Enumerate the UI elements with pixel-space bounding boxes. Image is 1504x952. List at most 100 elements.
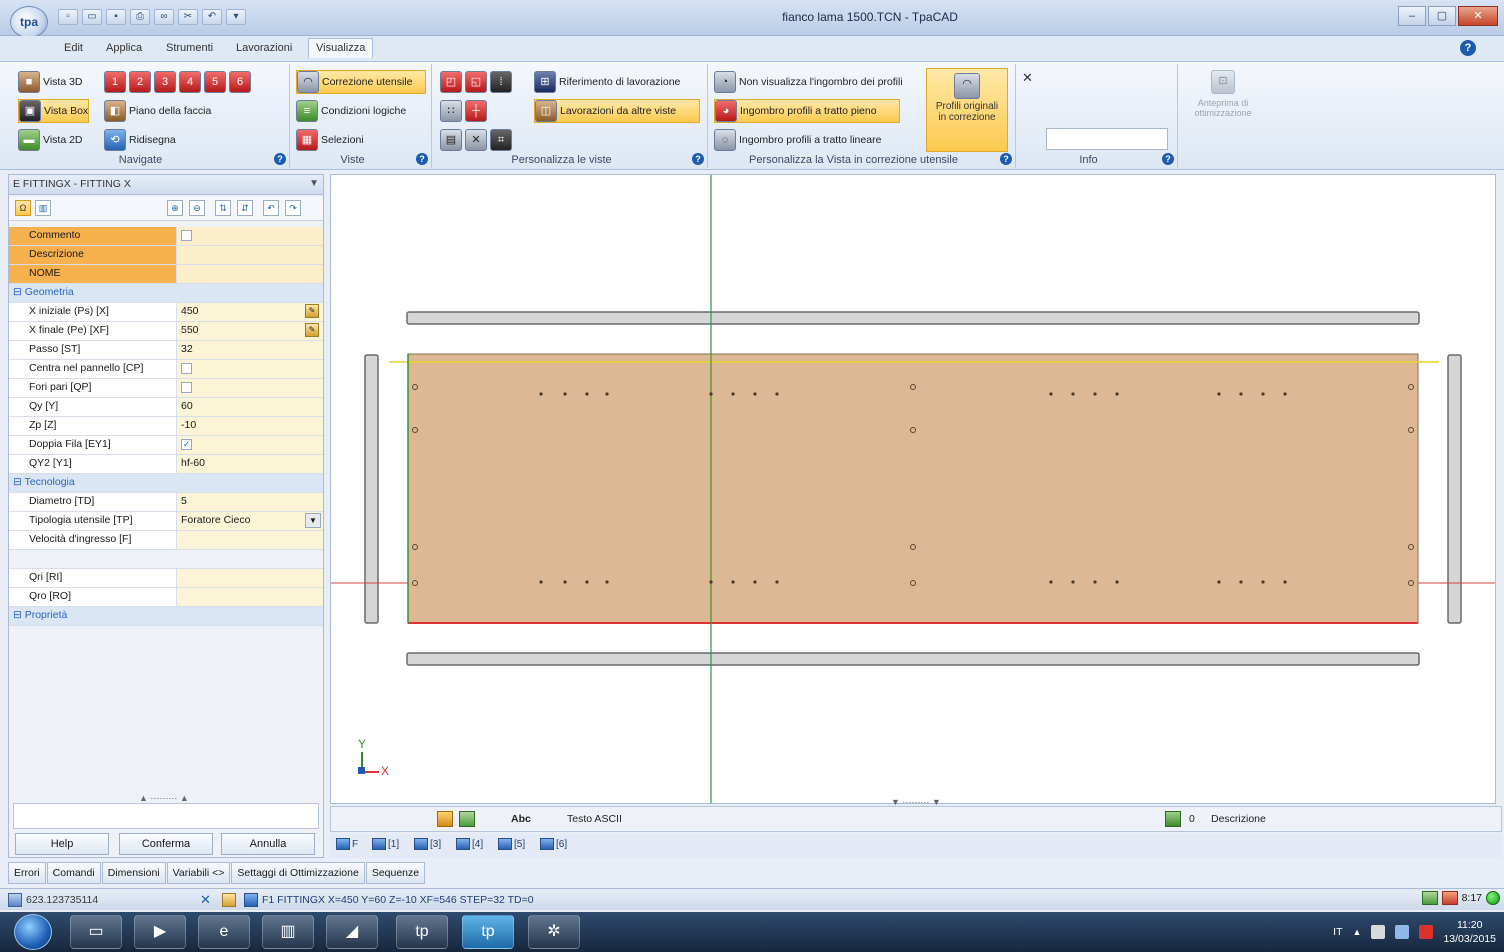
checkbox[interactable] (181, 362, 192, 374)
cross-tool-icon[interactable]: ✕ (465, 129, 487, 151)
property-value[interactable]: -10 (177, 417, 323, 435)
description-field[interactable]: Descrizione (1211, 813, 1266, 825)
property-row[interactable]: Descrizione (9, 246, 323, 265)
language-indicator[interactable]: IT (1333, 926, 1342, 938)
property-row[interactable]: Doppia Fila [EY1] ✓ (9, 436, 323, 455)
lavorazioni-altre-viste-button[interactable]: ◫ Lavorazioni da altre viste (534, 99, 700, 123)
omega-icon[interactable]: Ω (15, 200, 31, 216)
property-value[interactable]: 450 ✎ (177, 303, 323, 321)
property-row[interactable]: Passo [ST] 32 (9, 341, 323, 360)
undo-icon[interactable]: ↶ (263, 200, 279, 216)
network-app-icon[interactable]: ▥ (262, 915, 314, 949)
help-icon[interactable]: ? (274, 153, 286, 165)
property-row[interactable]: NOME (9, 265, 323, 284)
abc-icon[interactable]: Abc (511, 813, 531, 825)
property-row[interactable]: Centra nel pannello [CP] (9, 360, 323, 379)
minimize-button[interactable]: – (1398, 6, 1426, 26)
face-3-icon[interactable]: 3 (154, 71, 176, 93)
new-file-icon[interactable]: ▫ (58, 9, 78, 25)
open-folder-icon[interactable]: ▭ (82, 9, 102, 25)
property-row[interactable]: Velocità d'ingresso [F] (9, 531, 323, 550)
checkbox[interactable] (181, 229, 192, 241)
confirm-button[interactable]: Conferma (119, 833, 213, 855)
add-property-icon[interactable]: ⊕ (167, 200, 183, 216)
face-tab-4[interactable]: [4] (456, 838, 483, 850)
ingombro-lineare-button[interactable]: ◌ Ingombro profili a tratto lineare (714, 128, 881, 152)
flag-icon[interactable] (1371, 925, 1386, 939)
face-4-icon[interactable]: 4 (179, 71, 201, 93)
explorer-icon[interactable]: ▭ (70, 915, 122, 949)
face-tab-1[interactable]: [1] (372, 838, 399, 850)
property-value[interactable] (177, 360, 323, 378)
help-icon[interactable]: ? (1162, 153, 1174, 165)
tab-applica[interactable]: Applica (100, 41, 148, 55)
measure-icon[interactable]: ✕ (200, 892, 211, 908)
checkbox[interactable]: ✓ (181, 438, 192, 450)
property-row[interactable]: Qri [RI] (9, 569, 323, 588)
property-row[interactable]: Qy [Y] 60 (9, 398, 323, 417)
piano-faccia-button[interactable]: ◧ Piano della faccia (104, 99, 211, 123)
category-row[interactable]: ⊟ Proprietà (9, 607, 323, 626)
help-icon[interactable]: ? (692, 153, 704, 165)
corner-tool-icon[interactable]: ◰ (440, 71, 462, 93)
face-6-icon[interactable]: 6 (229, 71, 251, 93)
tab-variabili[interactable]: Variabili <> (166, 862, 231, 884)
face-tab-5[interactable]: [5] (498, 838, 525, 850)
qat-dropdown-icon[interactable]: ▾ (226, 9, 246, 25)
face-2-icon[interactable]: 2 (129, 71, 151, 93)
property-row[interactable]: Diametro [TD] 5 (9, 493, 323, 512)
filter-icon[interactable]: ⇵ (237, 200, 253, 216)
property-value[interactable]: 32 (177, 341, 323, 359)
help-icon[interactable]: ? (1460, 40, 1476, 56)
help-button[interactable]: Help (15, 833, 109, 855)
measure-icon[interactable]: ✕ (1022, 70, 1033, 86)
tab-settaggi[interactable]: Settaggi di Ottimizzazione (231, 862, 365, 884)
edit-icon[interactable]: ✎ (305, 304, 319, 318)
layers-icon[interactable]: ▤ (440, 129, 462, 151)
edit-icon[interactable]: ✎ (305, 323, 319, 337)
cut-icon[interactable]: ✂ (178, 9, 198, 25)
property-row[interactable]: QY2 [Y1] hf-60 (9, 455, 323, 474)
ridisegna-button[interactable]: ⟲ Ridisegna (104, 128, 176, 152)
face-5-icon[interactable]: 5 (204, 71, 226, 93)
checkbox[interactable] (181, 381, 192, 393)
property-value[interactable]: ✓ (177, 436, 323, 454)
save-icon[interactable]: ▪ (106, 9, 126, 25)
text-mode-field[interactable]: Testo ASCII (567, 813, 622, 825)
close-button[interactable]: ✕ (1458, 6, 1498, 26)
pin-icon[interactable]: ▼ (309, 178, 319, 189)
ingombro-pieno-button[interactable]: ◕ Ingombro profili a tratto pieno (714, 99, 900, 123)
tab-edit[interactable]: Edit (58, 41, 89, 55)
tool-app-icon[interactable]: ◢ (326, 915, 378, 949)
xyz-icon[interactable]: ⌗ (490, 129, 512, 151)
undo-icon[interactable]: ↶ (202, 9, 222, 25)
property-row[interactable] (9, 550, 323, 569)
property-value[interactable] (177, 550, 323, 568)
corner-tool-2-icon[interactable]: ◱ (465, 71, 487, 93)
help-icon[interactable]: ? (416, 153, 428, 165)
riferimento-lavorazione-button[interactable]: ⊞ Riferimento di lavorazione (534, 70, 680, 94)
redo-icon[interactable]: ↷ (285, 200, 301, 216)
property-row[interactable]: Tipologia utensile [TP] Foratore Cieco ▼ (9, 512, 323, 531)
property-row[interactable]: Qro [RO] (9, 588, 323, 607)
tab-dimensioni[interactable]: Dimensioni (101, 862, 166, 884)
condizioni-logiche-button[interactable]: ≡ Condizioni logiche (296, 99, 406, 123)
property-value[interactable] (177, 379, 323, 397)
grid-dots-icon[interactable]: ⁞ (490, 71, 512, 93)
chart-icon[interactable] (1165, 811, 1181, 827)
vista-box-button[interactable]: ▣ Vista Box (18, 99, 90, 123)
property-value[interactable] (177, 227, 323, 245)
selezioni-button[interactable]: ▦ Selezioni (296, 128, 364, 152)
property-value[interactable] (177, 569, 323, 587)
tab-sequenze[interactable]: Sequenze (365, 862, 426, 884)
tray-expand-icon[interactable]: ▲ (1353, 927, 1362, 937)
category-row[interactable]: ⊟ Geometria (9, 284, 323, 303)
split-icon[interactable]: ┼ (465, 100, 487, 122)
vista-3d-button[interactable]: ■ Vista 3D (18, 70, 83, 94)
tab-errori[interactable]: Errori (8, 862, 46, 884)
tpacad-app-icon[interactable]: tp (462, 915, 514, 949)
internet-explorer-icon[interactable]: e (198, 915, 250, 949)
property-row[interactable]: Zp [Z] -10 (9, 417, 323, 436)
anteprima-button[interactable]: ⊡ Anteprima di ottimizzazione (1186, 68, 1260, 128)
media-player-icon[interactable]: ▶ (134, 915, 186, 949)
